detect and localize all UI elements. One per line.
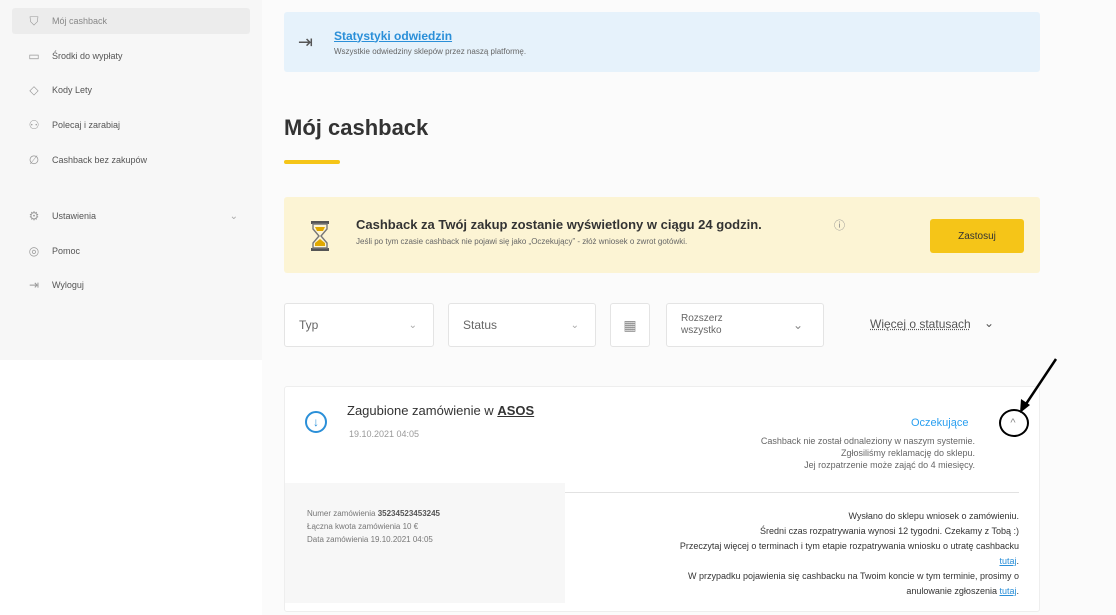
sidebar-item-referral[interactable]: ⚇ Polecaj i zarabiaj [12,112,250,138]
sidebar-item-settings[interactable]: ⚙ Ustawienia ⌄ [12,203,250,229]
terms-link[interactable]: tutaj [999,556,1016,566]
status-filter-dropdown[interactable]: Status ⌄ [448,303,596,347]
hourglass-icon [311,221,329,251]
note-line: Wysłano do sklepu wniosek o zamówieniu. [848,511,1019,521]
user-plus-icon: ⚇ [28,118,40,132]
order-date: 19.10.2021 04:05 [349,429,420,439]
more-statuses-link[interactable]: Więcej o statusach [870,317,971,331]
apply-button[interactable]: Zastosuj [930,219,1024,253]
link-icon: ∅ [28,153,40,167]
annotation-arrow [1020,358,1058,413]
shop-name: ASOS [497,403,535,418]
stats-title-link[interactable]: Statystyki odwiedzin [334,29,526,43]
order-amount: Łączna kwota zamówienia 10 € [307,522,419,531]
status-description: Cashback nie został odnaleziony w naszym… [761,435,975,471]
status-desc-line: Zgłosiliśmy reklamację do sklepu. [840,448,975,458]
sidebar-item-codes[interactable]: ◇ Kody Lety [12,77,250,103]
annotation-circle [999,409,1029,437]
note-text: W przypadku pojawienia się cashbacku na … [688,571,1019,596]
chevron-down-icon: ⌄ [408,319,417,331]
order-card: ↓ Zagubione zamówienie w ASOS 19.10.2021… [284,386,1040,612]
order-details: Numer zamówienia 35234523453245 Łączna k… [285,483,565,603]
status-desc-line: Jej rozpatrzenie może zająć do 4 miesięc… [804,460,975,470]
order-number: Numer zamówienia 35234523453245 [307,509,440,518]
order-number-label: Numer zamówienia [307,509,378,518]
claim-note: Wysłano do sklepu wniosek o zamówieniu. … [659,509,1019,599]
type-filter-label: Typ [299,318,319,332]
type-filter-dropdown[interactable]: Typ ⌄ [284,303,434,347]
date-filter-button[interactable]: ▦ [610,303,650,347]
note-line: W przypadku pojawienia się cashbacku na … [659,569,1019,599]
wallet-icon: ▭ [28,49,40,63]
info-icon[interactable]: ⓘ [834,217,845,233]
gear-icon: ⚙ [28,209,40,223]
status-badge: Oczekujące [911,417,969,429]
info-banner: Cashback za Twój zakup zostanie wyświetl… [284,197,1040,273]
sidebar-item-label: Wyloguj [52,280,84,290]
sidebar-item-label: Mój cashback [52,16,108,26]
sidebar-item-label: Polecaj i zarabiaj [52,120,121,130]
info-title: Cashback za Twój zakup zostanie wyświetl… [356,217,762,232]
divider [535,492,1019,493]
note-line: Przeczytaj więcej o terminach i tym etap… [659,539,1019,569]
sidebar-item-funds[interactable]: ▭ Środki do wypłaty [12,43,250,69]
double-chevron-down-icon: ⌄ [792,318,803,332]
stats-description: Wszystkie odwiedziny sklepów przez naszą… [334,46,527,56]
chevron-down-icon[interactable]: ⌄ [984,316,994,330]
order-number-value: 35234523453245 [377,509,440,518]
sidebar-item-my-cashback[interactable]: ⛉ Mój cashback [12,8,250,34]
sidebar-item-logout[interactable]: ⇥ Wyloguj [12,272,250,298]
expand-all-label: Rozszerz wszystko [681,313,723,336]
page-title: Mój cashback [284,115,429,140]
chevron-down-icon: ⌄ [229,210,238,222]
sidebar-item-label: Cashback bez zakupów [52,155,148,165]
sidebar-item-label: Ustawienia [52,211,97,221]
calendar-icon: ▦ [623,316,637,333]
status-filter-label: Status [463,318,498,332]
bag-icon: ⛉ [29,13,39,28]
sidebar-item-label: Kody Lety [52,85,93,95]
sidebar-item-label: Środki do wypłaty [52,51,123,61]
tag-icon: ◇ [29,83,39,97]
cancel-claim-link[interactable]: tutaj [999,586,1016,596]
order-title-prefix: Zagubione zamówienie w [347,403,498,418]
sidebar: ⛉ Mój cashback ▭ Środki do wypłaty ◇ Kod… [0,0,262,360]
logout-icon: ⇥ [28,278,40,292]
help-icon: ◎ [28,244,40,258]
note-text: Przeczytaj więcej o terminach i tym etap… [679,541,1019,551]
period: . [1016,586,1019,596]
period: . [1016,556,1019,566]
order-title: Zagubione zamówienie w ASOS [347,403,534,418]
order-date-detail: Data zamówienia 19.10.2021 04:05 [307,535,433,544]
info-description: Jeśli po tym czasie cashback nie pojawi … [356,237,688,246]
sidebar-item-cashback-no-purchase[interactable]: ∅ Cashback bez zakupów [12,147,250,173]
title-underline [284,160,340,164]
sidebar-item-label: Pomoc [52,246,81,256]
expand-all-button[interactable]: Rozszerz wszystko ⌄ [666,303,824,347]
note-line: Średni czas rozpatrywania wynosi 12 tygo… [760,526,1019,536]
download-status-icon: ↓ [305,411,327,433]
main-content: ⇥ Statystyki odwiedzin Wszystkie odwiedz… [262,0,1116,615]
chevron-down-icon: ⌄ [570,319,579,331]
stats-banner[interactable]: ⇥ Statystyki odwiedzin Wszystkie odwiedz… [284,12,1040,72]
exit-arrow-icon: ⇥ [298,31,314,52]
sidebar-item-help[interactable]: ◎ Pomoc [12,238,250,264]
status-desc-line: Cashback nie został odnaleziony w naszym… [760,436,975,446]
